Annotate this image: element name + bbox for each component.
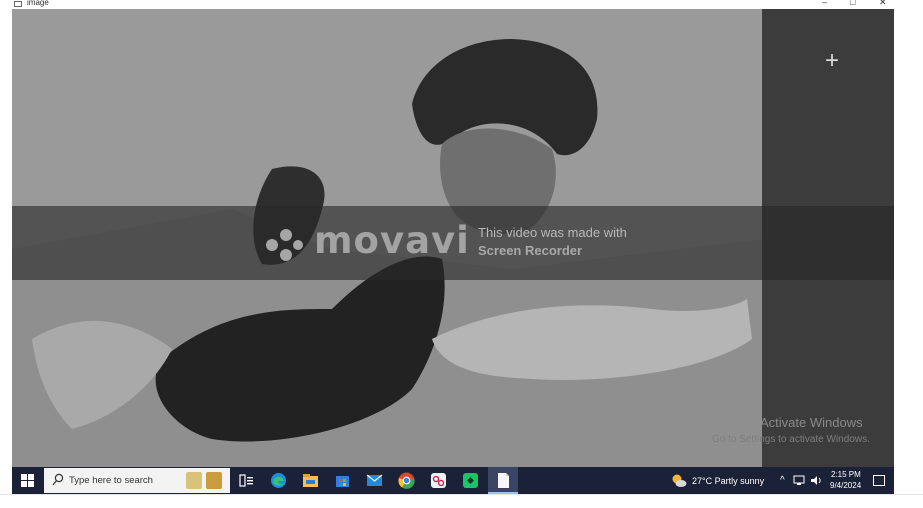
notification-center-icon[interactable] — [873, 475, 885, 486]
green-app-icon[interactable] — [462, 472, 479, 489]
search-placeholder: Type here to search — [69, 475, 153, 486]
partly-sunny-icon[interactable] — [671, 473, 687, 488]
movavi-logo-text: movavi — [314, 219, 470, 262]
tray-overflow-caret[interactable]: ^ — [780, 475, 785, 486]
minimize-button[interactable]: – — [822, 0, 827, 7]
app-icon — [14, 1, 22, 7]
clock-time[interactable]: 2:15 PM — [831, 470, 861, 479]
watermark-line2: Screen Recorder — [478, 243, 583, 258]
file-explorer-icon[interactable] — [302, 472, 319, 489]
add-button[interactable]: + — [822, 49, 842, 73]
maximize-button[interactable]: □ — [850, 0, 855, 7]
windows-start-icon[interactable] — [21, 474, 34, 487]
window-titlebar: image – □ ✕ — [0, 0, 923, 9]
weather-text[interactable]: 27°C Partly sunny — [692, 476, 764, 486]
recorded-screen: + movavi This video was made with Screen… — [12, 9, 894, 494]
volume-icon[interactable] — [810, 475, 822, 486]
chrome-icon[interactable] — [398, 472, 415, 489]
snipping-tool-icon[interactable] — [430, 472, 447, 489]
microsoft-store-icon[interactable] — [334, 472, 351, 489]
photos-app-icon[interactable] — [495, 472, 512, 489]
search-highlight-icon[interactable] — [186, 472, 202, 489]
task-view-icon[interactable] — [238, 472, 255, 489]
watermark-line1: This video was made with — [478, 225, 627, 240]
close-button[interactable]: ✕ — [879, 0, 887, 7]
activate-windows-title: Activate Windows — [760, 415, 863, 430]
network-icon[interactable] — [793, 475, 805, 486]
edge-browser-icon[interactable] — [270, 472, 287, 489]
search-highlight-icon-2[interactable] — [206, 472, 222, 489]
window-title: image — [27, 0, 49, 7]
bottom-strip — [0, 494, 923, 508]
mail-icon[interactable] — [366, 472, 383, 489]
taskbar: Type here to search 27°C Partly sunny ^ … — [12, 467, 894, 494]
clock-date[interactable]: 9/4/2024 — [830, 481, 861, 490]
activate-windows-subtitle: Go to Settings to activate Windows. — [712, 434, 870, 445]
search-icon — [52, 473, 64, 486]
movavi-logo-icon — [266, 229, 303, 261]
